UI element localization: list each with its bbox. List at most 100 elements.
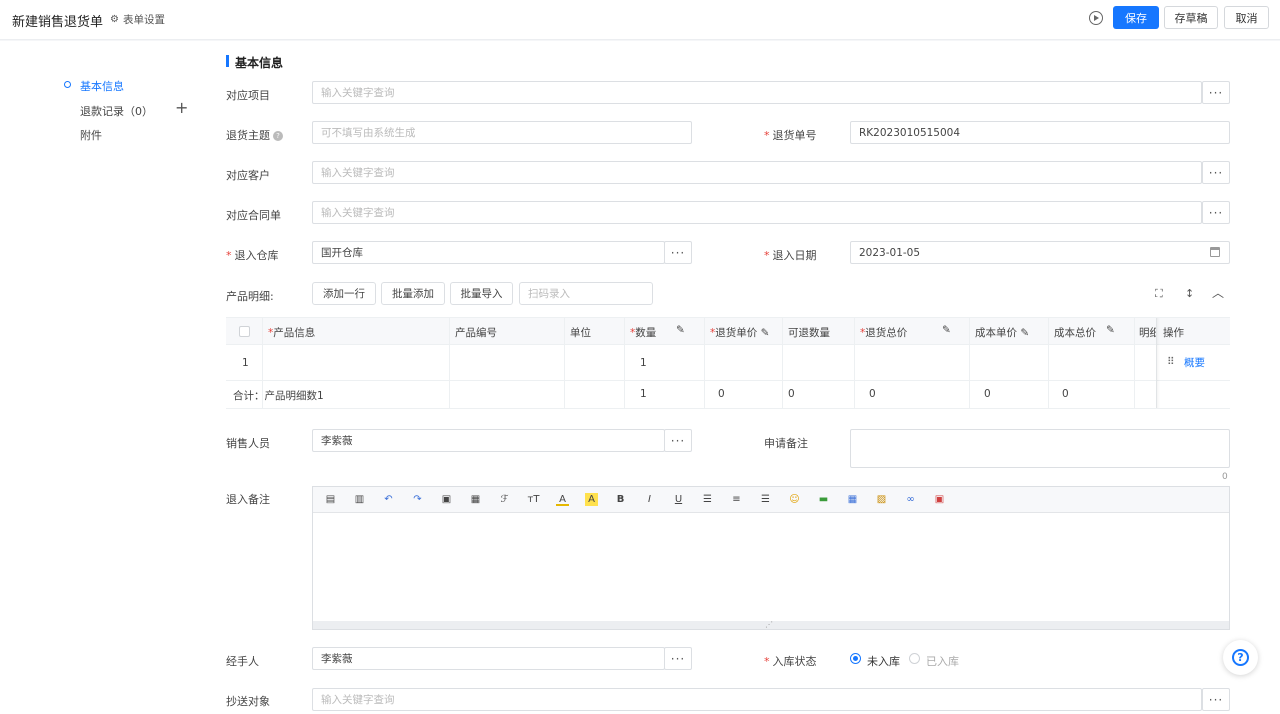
editor-resize-bar[interactable]: ⋰ xyxy=(313,621,1229,629)
edit-pencil-icon[interactable]: ✎ xyxy=(1106,324,1115,336)
th-product-code: 产品编号 xyxy=(455,327,497,339)
drag-handle-icon[interactable]: ⠿ xyxy=(1167,356,1175,368)
cancel-button[interactable]: 取消 xyxy=(1224,6,1269,29)
font-size-icon[interactable]: ᴛT xyxy=(527,493,540,506)
salesperson-more-button[interactable]: ··· xyxy=(664,429,692,452)
highlight-color-icon[interactable]: A xyxy=(585,493,598,506)
contract-label: 对应合同单 xyxy=(226,209,281,222)
add-row-button[interactable]: 添加一行 xyxy=(312,282,376,305)
product-table: *产品信息 产品编号 单位 *数量 ✎ *退货单价 ✎ 可退数量 *退货总价 ✎… xyxy=(226,317,1230,409)
edit-pencil-icon[interactable]: ✎ xyxy=(1020,327,1029,339)
expand-vertical-icon[interactable]: ↕ xyxy=(1185,287,1194,300)
radio-stocked-label[interactable]: 已入库 xyxy=(926,653,959,669)
align-right-icon[interactable]: ☰ xyxy=(759,493,772,506)
edit-pencil-icon[interactable]: ✎ xyxy=(942,324,951,336)
calendar-icon[interactable] xyxy=(1210,247,1220,257)
font-color-icon[interactable]: A xyxy=(556,493,569,506)
warehouse-more-button[interactable]: ··· xyxy=(664,241,692,264)
cc-more-button[interactable]: ··· xyxy=(1202,688,1230,711)
font-family-icon[interactable]: ℱ xyxy=(498,493,511,506)
th-qty-text: 数量 xyxy=(635,327,657,339)
th-cost-total: 成本总价 xyxy=(1054,325,1096,340)
play-circle-icon[interactable] xyxy=(1089,11,1103,25)
handler-label: 经手人 xyxy=(226,655,259,668)
select-all-checkbox[interactable] xyxy=(239,326,250,337)
save-button[interactable]: 保存 xyxy=(1113,6,1159,29)
source-code-icon[interactable]: ▤ xyxy=(324,493,337,506)
warehouse-input[interactable]: 国开仓库 xyxy=(312,241,665,264)
top-bar: 新建销售退货单 ⚙ 表单设置 保存 存草稿 取消 xyxy=(0,0,1280,40)
fullscreen-icon[interactable]: ⛶ xyxy=(1155,287,1163,301)
radio-not-stocked[interactable] xyxy=(850,653,861,664)
editor-toolbar: ▤ ▥ ↶ ↷ ▣ ▦ ℱ ᴛT A A B I U ☰ ≡ ☰ ☺ ▬ ▦ ▨… xyxy=(313,487,1229,513)
row-divider xyxy=(226,408,1230,409)
collapse-chevron-icon[interactable]: ︿ xyxy=(1212,284,1224,301)
link-icon[interactable]: ∞ xyxy=(904,493,917,506)
radio-not-stocked-label[interactable]: 未入库 xyxy=(867,653,900,669)
apply-note-textarea[interactable] xyxy=(850,429,1230,468)
redo-icon[interactable]: ↷ xyxy=(411,493,424,506)
rich-text-editor[interactable]: ▤ ▥ ↶ ↷ ▣ ▦ ℱ ᴛT A A B I U ☰ ≡ ☰ ☺ ▬ ▦ ▨… xyxy=(312,486,1230,630)
emoji-icon[interactable]: ☺ xyxy=(788,493,801,506)
th-unit: 单位 xyxy=(570,327,591,339)
contract-input[interactable]: 输入关键字查询 xyxy=(312,201,1202,224)
sidebar-item-attachments[interactable]: 附件 xyxy=(80,127,102,143)
edit-pencil-icon[interactable]: ✎ xyxy=(761,327,770,339)
row-summary-link[interactable]: 概要 xyxy=(1184,355,1205,370)
apply-note-label: 申请备注 xyxy=(764,437,808,450)
image-icon[interactable]: ▨ xyxy=(875,493,888,506)
paste-text-icon[interactable]: ▦ xyxy=(469,493,482,506)
cc-input[interactable]: 输入关键字查询 xyxy=(312,688,1202,711)
summary-unit-price: 0 xyxy=(718,388,725,400)
handler-input[interactable]: 李紫薇 xyxy=(312,647,665,670)
col-divider xyxy=(969,318,970,408)
batch-import-button[interactable]: 批量导入 xyxy=(450,282,513,305)
handler-more-button[interactable]: ··· xyxy=(664,647,692,670)
template-icon[interactable]: ▥ xyxy=(353,493,366,506)
undo-icon[interactable]: ↶ xyxy=(382,493,395,506)
preview-icon[interactable]: ▣ xyxy=(933,493,946,506)
summary-cost-unit: 0 xyxy=(984,388,991,400)
row-qty[interactable]: 1 xyxy=(640,357,647,369)
align-left-icon[interactable]: ☰ xyxy=(701,493,714,506)
underline-icon[interactable]: U xyxy=(672,493,685,506)
customer-input[interactable]: 输入关键字查询 xyxy=(312,161,1202,184)
subject-input[interactable]: 可不填写由系统生成 xyxy=(312,121,692,144)
help-button[interactable]: ? xyxy=(1223,640,1258,675)
table-icon[interactable]: ▦ xyxy=(846,493,859,506)
col-divider xyxy=(1048,318,1049,408)
th-cost-unit-price-text: 成本单价 xyxy=(975,327,1017,339)
return-date-label: 退入日期 xyxy=(764,247,817,263)
col-divider xyxy=(1134,318,1135,408)
th-cost-total-text: 成本总价 xyxy=(1054,327,1096,339)
radio-stocked[interactable] xyxy=(909,653,920,664)
salesperson-input[interactable]: 李紫薇 xyxy=(312,429,665,452)
contract-more-button[interactable]: ··· xyxy=(1202,201,1230,224)
active-dot-icon xyxy=(64,81,71,88)
save-draft-button[interactable]: 存草稿 xyxy=(1164,6,1218,29)
return-no-input[interactable]: RK2023010515004 xyxy=(850,121,1230,144)
form-settings-link[interactable]: ⚙ 表单设置 xyxy=(110,12,165,27)
resize-handle-icon[interactable]: ⋰ xyxy=(765,621,773,629)
italic-icon[interactable]: I xyxy=(643,493,656,506)
customer-more-button[interactable]: ··· xyxy=(1202,161,1230,184)
project-input[interactable]: 输入关键字查询 xyxy=(312,81,1202,104)
horizontal-rule-icon[interactable]: ▬ xyxy=(817,493,830,506)
summary-returnable: 0 xyxy=(788,388,795,400)
th-return-unit-price: *退货单价 ✎ xyxy=(710,327,770,339)
align-center-icon[interactable]: ≡ xyxy=(730,493,743,506)
col-divider xyxy=(854,318,855,408)
batch-add-button[interactable]: 批量添加 xyxy=(381,282,445,305)
scan-input[interactable]: 扫码录入 xyxy=(519,282,653,305)
sidebar-item-basic-info[interactable]: 基本信息 xyxy=(80,78,124,94)
project-more-button[interactable]: ··· xyxy=(1202,81,1230,104)
bold-icon[interactable]: B xyxy=(614,493,627,506)
sidebar-item-refund-records[interactable]: 退款记录（0） xyxy=(80,103,153,119)
add-refund-plus-icon[interactable]: + xyxy=(175,100,188,116)
edit-pencil-icon[interactable]: ✎ xyxy=(676,324,685,336)
paste-icon[interactable]: ▣ xyxy=(440,493,453,506)
return-date-input[interactable]: 2023-01-05 xyxy=(850,241,1230,264)
col-divider xyxy=(704,318,705,408)
question-icon: ? xyxy=(1232,649,1249,666)
help-icon[interactable]: ? xyxy=(273,131,283,141)
